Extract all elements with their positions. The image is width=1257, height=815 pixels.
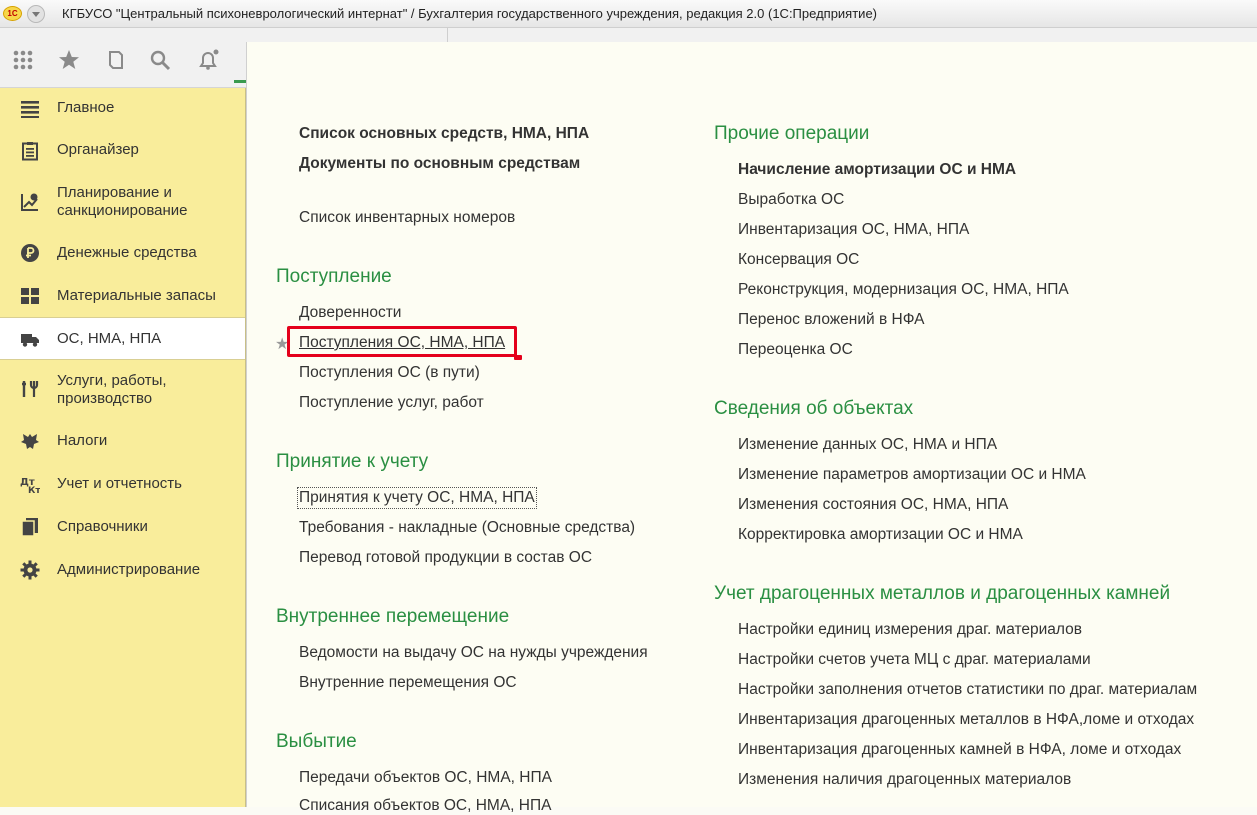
title-bar: 1С КГБУСО "Центральный психоневрологичес… bbox=[0, 0, 1257, 28]
history-icon[interactable] bbox=[104, 49, 126, 71]
sidebar-item-label: Справочники bbox=[57, 518, 148, 535]
section-title-receipt: Поступление bbox=[276, 266, 392, 287]
link-internal-transfers[interactable]: Внутренние перемещения ОС bbox=[299, 674, 517, 692]
sidebar-item-accounting[interactable]: Дт Кт Учет и отчетность bbox=[0, 463, 245, 506]
link-depreciation-params-change[interactable]: Изменение параметров амортизации ОС и НМ… bbox=[738, 466, 1086, 484]
sidebar-item-label: Услуги, работы, производство bbox=[57, 372, 167, 407]
link-issue-statements[interactable]: Ведомости на выдачу ОС на нужды учрежден… bbox=[299, 644, 648, 662]
sidebar-item-label: Планирование и санкционирование bbox=[57, 184, 188, 219]
sidebar-item-services[interactable]: Услуги, работы, производство bbox=[0, 360, 245, 420]
link-precious-statistics-settings[interactable]: Настройки заполнения отчетов статистики … bbox=[738, 681, 1197, 699]
section-title-disposal: Выбытие bbox=[276, 731, 357, 752]
section-title-acceptance: Принятие к учету bbox=[276, 451, 429, 472]
search-icon[interactable] bbox=[149, 49, 171, 71]
link-revaluation[interactable]: Переоценка ОС bbox=[738, 341, 853, 359]
link-asset-write-offs[interactable]: Списания объектов ОС, НМА, НПА bbox=[299, 797, 551, 815]
link-depreciation-accrual[interactable]: Начисление амортизации ОС и НМА bbox=[738, 161, 1016, 179]
ruble-coin-icon bbox=[21, 244, 39, 262]
sidebar-item-planning[interactable]: Планирование и санкционирование bbox=[0, 172, 245, 232]
sidebar-item-taxes[interactable]: Налоги bbox=[0, 420, 245, 463]
books-icon bbox=[21, 518, 38, 537]
sidebar-item-label: Администрирование bbox=[57, 561, 201, 578]
gear-icon bbox=[20, 560, 40, 580]
1c-logo-icon[interactable]: 1С bbox=[3, 6, 22, 21]
link-precious-availability-changes[interactable]: Изменения наличия драгоценных материалов bbox=[738, 771, 1071, 789]
eagle-emblem-icon bbox=[21, 434, 39, 449]
link-precious-stones-stocktaking[interactable]: Инвентаризация драгоценных камней в НФА,… bbox=[738, 741, 1181, 759]
tabs-divider bbox=[447, 28, 448, 42]
link-fixed-assets-documents[interactable]: Документы по основным средствам bbox=[299, 155, 580, 173]
apps-grid-icon[interactable] bbox=[12, 49, 34, 71]
link-depreciation-adjustment[interactable]: Корректировка амортизации ОС и НМА bbox=[738, 526, 1023, 544]
section-title-other-operations: Прочие операции bbox=[714, 123, 870, 144]
main-menu-button[interactable] bbox=[27, 5, 45, 23]
star-icon[interactable] bbox=[58, 49, 80, 71]
link-inventory-numbers[interactable]: Список инвентарных номеров bbox=[299, 209, 515, 227]
link-reconstruction[interactable]: Реконструкция, модернизация ОС, НМА, НПА bbox=[738, 281, 1069, 299]
tools-icon bbox=[22, 381, 39, 397]
link-asset-transfers[interactable]: Передачи объектов ОС, НМА, НПА bbox=[299, 769, 552, 787]
link-precious-accounts-settings[interactable]: Настройки счетов учета МЦ с драг. матери… bbox=[738, 651, 1091, 669]
sidebar-item-catalogs[interactable]: Справочники bbox=[0, 506, 245, 549]
sidebar-item-label: Главное bbox=[57, 99, 115, 116]
sidebar-item-main[interactable]: Главное bbox=[0, 88, 245, 130]
sidebar-item-administration[interactable]: Администрирование bbox=[0, 549, 245, 592]
link-fixed-assets-list[interactable]: Список основных средств, НМА, НПА bbox=[299, 125, 589, 143]
link-output[interactable]: Выработка ОС bbox=[738, 191, 844, 209]
planning-chart-icon bbox=[21, 193, 38, 211]
link-services-receipt[interactable]: Поступление услуг, работ bbox=[299, 394, 484, 412]
sidebar-item-money[interactable]: Денежные средства bbox=[0, 232, 245, 275]
sidebar-item-organizer[interactable]: Органайзер bbox=[0, 130, 245, 172]
link-status-change[interactable]: Изменения состояния ОС, НМА, НПА bbox=[738, 496, 1008, 514]
section-title-internal-transfer: Внутреннее перемещение bbox=[276, 606, 510, 627]
link-investment-transfer[interactable]: Перенос вложений в НФА bbox=[738, 311, 924, 329]
sidebar-item-inventory[interactable]: Материальные запасы bbox=[0, 275, 245, 317]
link-fixed-assets-in-transit[interactable]: Поступления ОС (в пути) bbox=[299, 364, 480, 382]
svg-text:Кт: Кт bbox=[28, 486, 40, 494]
red-highlight-frame bbox=[287, 326, 517, 357]
link-stocktaking[interactable]: Инвентаризация ОС, НМА, НПА bbox=[738, 221, 969, 239]
sidebar-item-label: Учет и отчетность bbox=[57, 475, 182, 492]
window-title: КГБУСО "Центральный психоневрологический… bbox=[62, 6, 878, 21]
red-highlight-tail bbox=[514, 355, 522, 360]
bell-icon[interactable] bbox=[197, 49, 219, 71]
section-title-precious-metals: Учет драгоценных металлов и драгоценных … bbox=[714, 583, 1171, 604]
link-conservation[interactable]: Консервация ОС bbox=[738, 251, 859, 269]
menu-lines-icon bbox=[21, 101, 39, 118]
link-requisition-invoices[interactable]: Требования - накладные (Основные средств… bbox=[299, 519, 635, 537]
sidebar-item-label: Материальные запасы bbox=[57, 287, 216, 304]
truck-icon bbox=[21, 334, 39, 347]
link-precious-units-settings[interactable]: Настройки единиц измерения драг. материа… bbox=[738, 621, 1082, 639]
clipboard-icon bbox=[22, 142, 38, 161]
sidebar-item-label: Денежные средства bbox=[57, 244, 197, 261]
accounting-ledger-icon: Дт Кт bbox=[20, 477, 40, 494]
link-data-change[interactable]: Изменение данных ОС, НМА и НПА bbox=[738, 436, 997, 454]
link-precious-metals-stocktaking[interactable]: Инвентаризация драгоценных металлов в НФ… bbox=[738, 711, 1194, 729]
toolbar bbox=[0, 28, 246, 88]
link-powers-of-attorney[interactable]: Доверенности bbox=[299, 304, 401, 322]
sidebar-item-label: Органайзер bbox=[57, 141, 139, 158]
toolbar-active-indicator bbox=[234, 80, 246, 83]
link-finished-products-transfer[interactable]: Перевод готовой продукции в состав ОС bbox=[299, 549, 592, 567]
sidebar-item-label: Налоги bbox=[57, 432, 108, 449]
grid-blocks-icon bbox=[21, 288, 39, 304]
section-title-object-info: Сведения об объектах bbox=[714, 398, 914, 419]
sidebar-item-fixed-assets[interactable]: ОС, НМА, НПА bbox=[0, 317, 245, 360]
sidebar-item-label: ОС, НМА, НПА bbox=[57, 330, 162, 347]
link-acceptance-for-accounting[interactable]: Принятия к учету ОС, НМА, НПА bbox=[297, 487, 537, 509]
sections-sidebar: Главное Органайзер Планирование и санкци… bbox=[0, 88, 246, 807]
tabs-strip bbox=[246, 28, 1257, 42]
